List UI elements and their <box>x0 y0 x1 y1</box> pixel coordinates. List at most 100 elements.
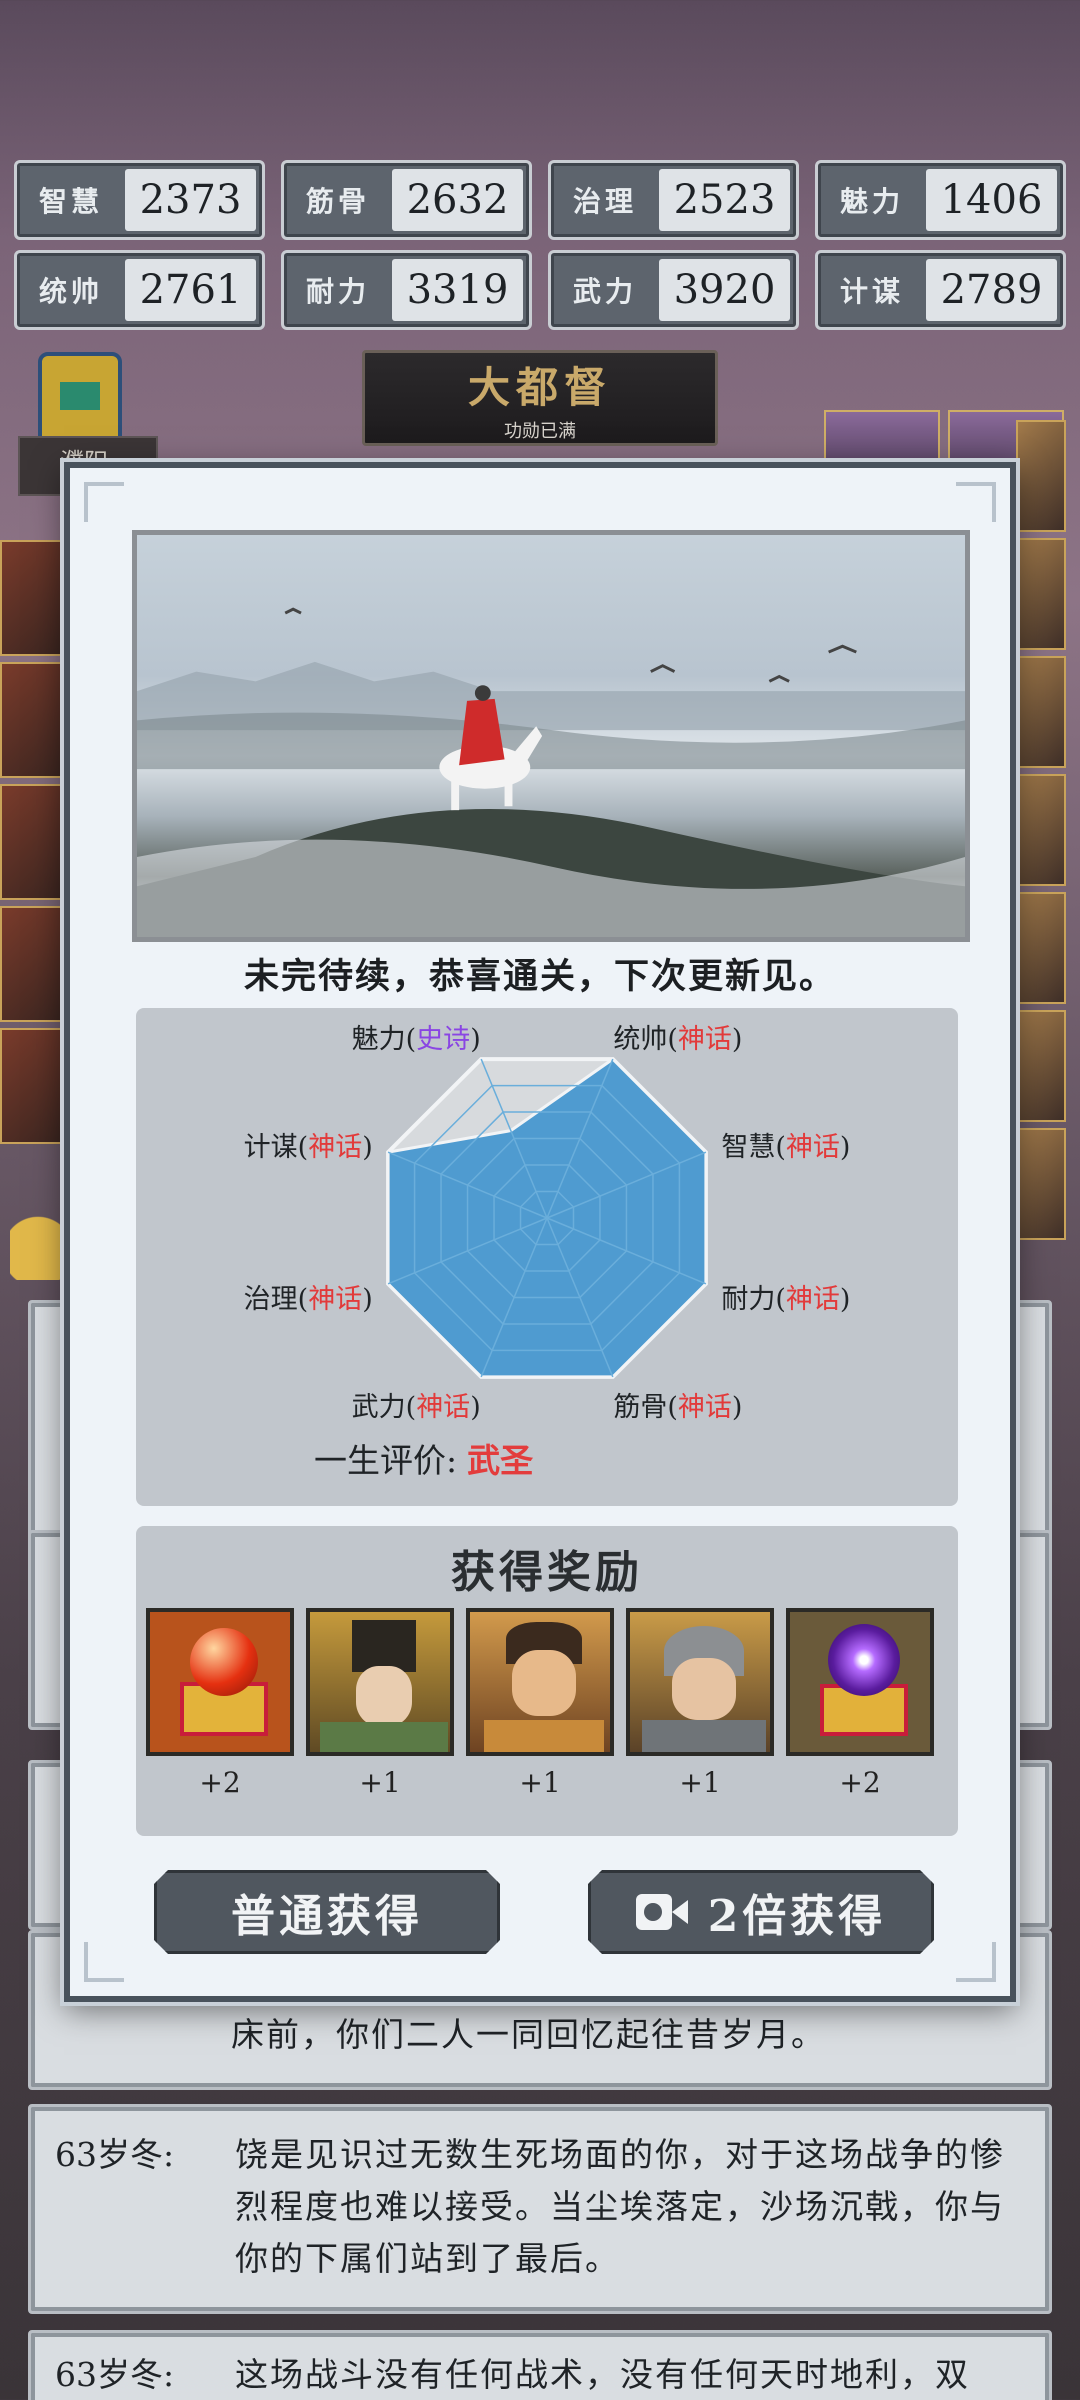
double-claim-button[interactable]: 2倍获得 <box>588 1870 934 1954</box>
stat-value: 2789 <box>926 259 1057 321</box>
reward-item[interactable]: +1 <box>626 1608 774 1799</box>
reward-item[interactable]: +1 <box>466 1608 614 1799</box>
stat-name: 武力 <box>572 275 637 308</box>
reward-quantity: +1 <box>359 1766 401 1799</box>
portrait-icon[interactable] <box>0 662 64 778</box>
log-text: 床前，你们二人一同回忆起往昔岁月。 <box>231 2015 826 2054</box>
corner-ornament <box>84 1942 124 1982</box>
stat-value: 2632 <box>392 169 523 231</box>
radar-axis-label: 智慧(神话) <box>721 1131 851 1163</box>
corner-ornament <box>956 482 996 522</box>
attribute-radar-panel: 统帅(神话) 智慧(神话) 耐力(神话) 筋骨(神话) 武力(神话) 治理(神话) 计谋(神… <box>136 1008 958 1506</box>
reward-quantity: +1 <box>519 1766 561 1799</box>
evaluation-label: 一生评价: <box>314 1441 458 1480</box>
radar-axis-grade: 神话 <box>308 1131 363 1163</box>
radar-axis-grade: 神话 <box>416 1392 471 1424</box>
reward-item[interactable]: +1 <box>306 1608 454 1799</box>
stat-name: 耐力 <box>305 275 370 308</box>
stat-name: 智慧 <box>38 185 103 218</box>
stat-cell: 武力 3920 <box>548 250 799 330</box>
radar-axis-grade: 神话 <box>677 1392 732 1424</box>
normal-claim-button[interactable]: 普通获得 <box>154 1870 500 1954</box>
reward-quantity: +2 <box>199 1766 241 1799</box>
reward-panel: 获得奖励 +2 +1 +1 +1 +2 <box>136 1526 958 1836</box>
radar-axis-label: 武力(神话) <box>351 1392 481 1424</box>
purple-orb-chest-icon[interactable] <box>786 1608 934 1756</box>
radar-axis-label: 计谋(神话) <box>243 1131 373 1163</box>
portrait-icon[interactable] <box>1016 420 1066 532</box>
portrait-icon[interactable] <box>1016 1128 1066 1240</box>
stat-cell: 魅力 1406 <box>815 160 1066 240</box>
ending-dialog: 未完待续，恭喜通关，下次更新见。 统帅(神话) 智慧(神话) 耐力(神话) 筋骨(神话… <box>64 462 1016 2002</box>
normal-claim-label: 普通获得 <box>231 1891 423 1942</box>
ending-illustration <box>132 530 970 942</box>
reward-title: 获得奖励 <box>451 1547 643 1598</box>
left-portrait-column <box>0 540 64 1150</box>
log-entry: 63岁冬: 饶是见识过无数生死场面的你，对于这场战争的惨烈程度也难以接受。当尘埃落… <box>28 2104 1052 2314</box>
radar-axis-grade: 神话 <box>308 1284 363 1316</box>
stat-cell: 耐力 3319 <box>281 250 532 330</box>
ending-message: 未完待续，恭喜通关，下次更新见。 <box>243 956 836 997</box>
faction-emblem-icon[interactable] <box>38 352 122 442</box>
stat-value: 3920 <box>659 259 790 321</box>
portrait-icon[interactable] <box>1016 1010 1066 1122</box>
corner-ornament <box>956 1942 996 1982</box>
log-age: 63岁冬: <box>55 2355 175 2394</box>
log-text: 这场战斗没有任何战术，没有任何天时地利，双 <box>235 2355 970 2394</box>
stat-cell: 智慧 2373 <box>14 160 265 240</box>
stat-name: 魅力 <box>839 185 904 218</box>
stat-name: 计谋 <box>839 275 904 308</box>
portrait-icon[interactable] <box>1016 538 1066 650</box>
portrait-icon[interactable] <box>0 540 64 656</box>
evaluation-value: 武圣 <box>467 1441 534 1480</box>
stats-grid: 智慧 2373 筋骨 2632 治理 2523 魅力 1406 统帅 2761 耐力 331… <box>14 160 1066 330</box>
attribute-radar-chart <box>386 1057 708 1379</box>
radar-axis-grade: 神话 <box>785 1284 840 1316</box>
stat-value: 1406 <box>926 169 1057 231</box>
stat-value: 2761 <box>125 259 256 321</box>
stat-name: 治理 <box>572 185 637 218</box>
general-portrait-icon[interactable] <box>306 1608 454 1756</box>
radar-axis-label: 治理(神话) <box>243 1284 373 1316</box>
gold-ingot-icon <box>10 1140 66 1280</box>
stat-name: 筋骨 <box>305 185 370 218</box>
radar-axis-grade: 神话 <box>785 1131 840 1163</box>
stat-cell: 筋骨 2632 <box>281 160 532 240</box>
video-camera-icon <box>636 1894 688 1930</box>
radar-axis-label: 魅力(史诗) <box>351 1023 481 1055</box>
stat-cell: 统帅 2761 <box>14 250 265 330</box>
log-age <box>55 2009 235 2061</box>
reward-item[interactable]: +2 <box>786 1608 934 1799</box>
corner-ornament <box>84 482 124 522</box>
right-portrait-column <box>1016 420 1066 1246</box>
stat-name: 统帅 <box>38 275 103 308</box>
stat-cell: 计谋 2789 <box>815 250 1066 330</box>
portrait-icon[interactable] <box>0 906 64 1022</box>
portrait-icon[interactable] <box>0 784 64 900</box>
portrait-icon[interactable] <box>1016 656 1066 768</box>
reward-item[interactable]: +2 <box>146 1608 294 1799</box>
warrior-portrait-icon[interactable] <box>466 1608 614 1756</box>
log-text: 饶是见识过无数生死场面的你，对于这场战争的惨烈程度也难以接受。当尘埃落定，沙场沉… <box>235 2135 1005 2278</box>
radar-axis-label: 筋骨(神话) <box>613 1392 743 1424</box>
radar-axis-grade: 神话 <box>677 1023 732 1055</box>
stat-value: 2523 <box>659 169 790 231</box>
rank-banner: 大都督 功勋已满 <box>362 350 718 446</box>
stat-value: 3319 <box>392 259 523 321</box>
stat-value: 2373 <box>125 169 256 231</box>
helmeted-general-portrait-icon[interactable] <box>626 1608 774 1756</box>
radar-axis-grade: 史诗 <box>416 1023 471 1055</box>
portrait-icon[interactable] <box>0 1028 64 1144</box>
reward-quantity: +1 <box>679 1766 721 1799</box>
reward-list: +2 +1 +1 +1 +2 <box>146 1608 934 1799</box>
portrait-icon[interactable] <box>1016 774 1066 886</box>
radar-axis-label: 耐力(神话) <box>721 1284 851 1316</box>
log-entry: 63岁冬: 这场战斗没有任何战术，没有任何天时地利，双 <box>28 2330 1052 2400</box>
portrait-icon[interactable] <box>1016 892 1066 1004</box>
red-orb-chest-icon[interactable] <box>146 1608 294 1756</box>
stat-cell: 治理 2523 <box>548 160 799 240</box>
reward-quantity: +2 <box>839 1766 881 1799</box>
log-age: 63岁冬: <box>55 2135 175 2174</box>
rank-subtitle: 功勋已满 <box>504 420 576 442</box>
radar-axis-label: 统帅(神话) <box>613 1023 743 1055</box>
